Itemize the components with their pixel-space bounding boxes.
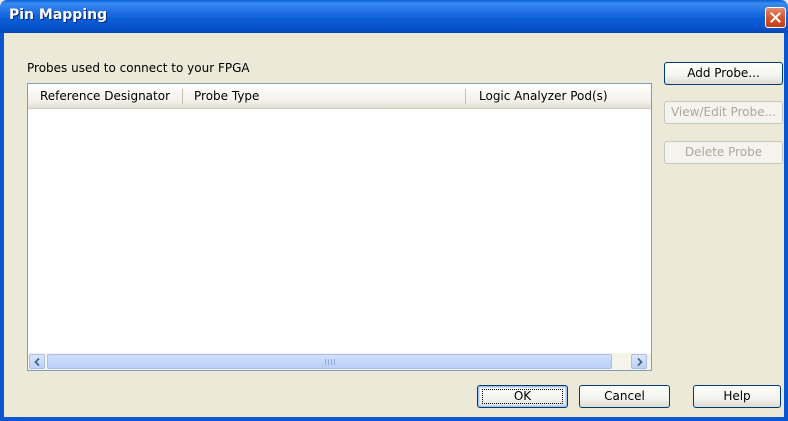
- delete-probe-button-label: Delete Probe: [684, 145, 763, 159]
- scroll-right-button[interactable]: [631, 354, 647, 369]
- close-button[interactable]: [765, 7, 786, 28]
- column-header-reference-designator[interactable]: Reference Designator: [40, 84, 170, 108]
- view-edit-probe-button-label: View/Edit Probe...: [670, 105, 777, 119]
- delete-probe-button[interactable]: Delete Probe: [664, 141, 783, 164]
- grip-icon: [325, 359, 335, 365]
- probes-label: Probes used to connect to your FPGA: [27, 61, 250, 75]
- ok-button[interactable]: OK: [477, 385, 568, 408]
- probes-list[interactable]: Reference Designator Probe Type Logic An…: [27, 83, 652, 371]
- scroll-left-button[interactable]: [29, 354, 45, 369]
- cancel-button-label: Cancel: [604, 389, 645, 403]
- column-header-probe-type[interactable]: Probe Type: [194, 84, 259, 108]
- window-title: Pin Mapping: [9, 7, 108, 23]
- scrollbar-thumb[interactable]: [47, 354, 612, 369]
- arrow-left-icon: [34, 358, 40, 366]
- help-button[interactable]: Help: [693, 385, 781, 408]
- title-bar[interactable]: Pin Mapping: [0, 0, 788, 33]
- column-divider[interactable]: [182, 89, 183, 104]
- horizontal-scrollbar[interactable]: [28, 353, 651, 370]
- close-icon: [770, 12, 781, 23]
- help-button-label: Help: [723, 389, 751, 403]
- add-probe-button[interactable]: Add Probe...: [664, 62, 783, 85]
- window-frame-left: [0, 33, 4, 421]
- list-header: Reference Designator Probe Type Logic An…: [28, 84, 651, 109]
- arrow-right-icon: [637, 358, 643, 366]
- focus-ring: [482, 389, 563, 404]
- window-frame-bottom: [0, 417, 788, 421]
- view-edit-probe-button[interactable]: View/Edit Probe...: [664, 101, 783, 124]
- add-probe-button-label: Add Probe...: [687, 66, 760, 80]
- window-frame-right: [784, 33, 788, 421]
- column-divider[interactable]: [465, 89, 466, 104]
- column-header-logic-analyzer-pods[interactable]: Logic Analyzer Pod(s): [479, 84, 608, 108]
- cancel-button[interactable]: Cancel: [579, 385, 670, 408]
